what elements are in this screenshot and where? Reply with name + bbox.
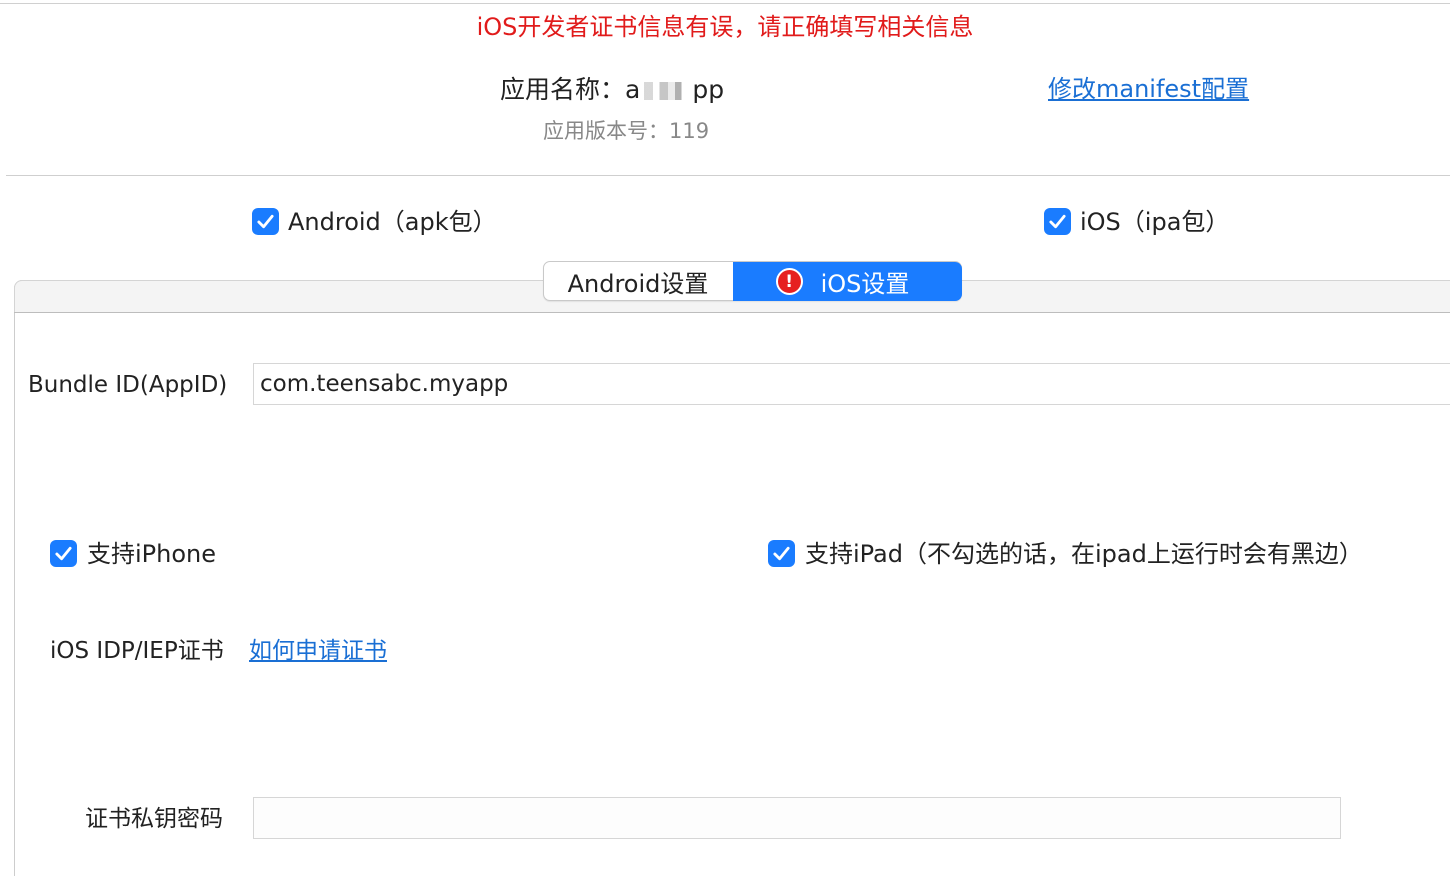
android-checkbox-label: Android（apk包） bbox=[288, 208, 497, 236]
support-iphone-label: 支持iPhone bbox=[87, 540, 217, 568]
app-name-prefix: a bbox=[625, 75, 641, 104]
error-message: iOS开发者证书信息有误，请正确填写相关信息 bbox=[476, 13, 974, 41]
app-name-label: 应用名称： bbox=[500, 75, 626, 104]
header-divider bbox=[6, 175, 1450, 176]
redacted-blur bbox=[644, 82, 689, 100]
tab-android-label: Android设置 bbox=[567, 269, 709, 298]
bundle-id-label: Bundle ID(AppID) bbox=[28, 372, 228, 398]
app-name: 应用名称：a pp bbox=[500, 72, 724, 108]
ios-checkbox-label: iOS（ipa包） bbox=[1080, 208, 1230, 236]
app-name-suffix: pp bbox=[692, 75, 725, 104]
support-ipad-checkbox[interactable] bbox=[768, 540, 795, 567]
edit-manifest-link[interactable]: 修改manifest配置 bbox=[1048, 72, 1249, 106]
checkmark-icon bbox=[257, 214, 274, 229]
checkmark-icon bbox=[55, 546, 72, 561]
ios-cert-label: iOS IDP/IEP证书 bbox=[50, 638, 224, 664]
tab-strip-divider bbox=[14, 312, 1450, 313]
android-checkbox[interactable] bbox=[252, 208, 279, 235]
error-alert-icon: ! bbox=[775, 268, 803, 295]
private-key-password-input[interactable] bbox=[253, 797, 1341, 839]
checkmark-icon bbox=[773, 546, 790, 561]
support-ipad-label: 支持iPad（不勾选的话，在ipad上运行时会有黑边） bbox=[805, 540, 1363, 568]
checkmark-icon bbox=[1049, 214, 1066, 229]
tab-ios-label: iOS设置 bbox=[820, 270, 910, 298]
tab-android-settings[interactable]: Android设置 bbox=[543, 261, 733, 301]
top-border bbox=[0, 3, 1450, 4]
how-to-apply-cert-link[interactable]: 如何申请证书 bbox=[249, 635, 387, 667]
private-key-password-label: 证书私钥密码 bbox=[85, 806, 223, 832]
tab-ios-settings[interactable]: ! iOS设置 bbox=[733, 262, 962, 301]
support-iphone-checkbox[interactable] bbox=[50, 540, 77, 567]
ios-checkbox[interactable] bbox=[1044, 208, 1071, 235]
app-version: 应用版本号：119 bbox=[543, 119, 710, 143]
bundle-id-input[interactable] bbox=[253, 363, 1450, 405]
app-packaging-window: iOS开发者证书信息有误，请正确填写相关信息 应用名称：a pp 应用版本号：11… bbox=[0, 0, 1450, 876]
